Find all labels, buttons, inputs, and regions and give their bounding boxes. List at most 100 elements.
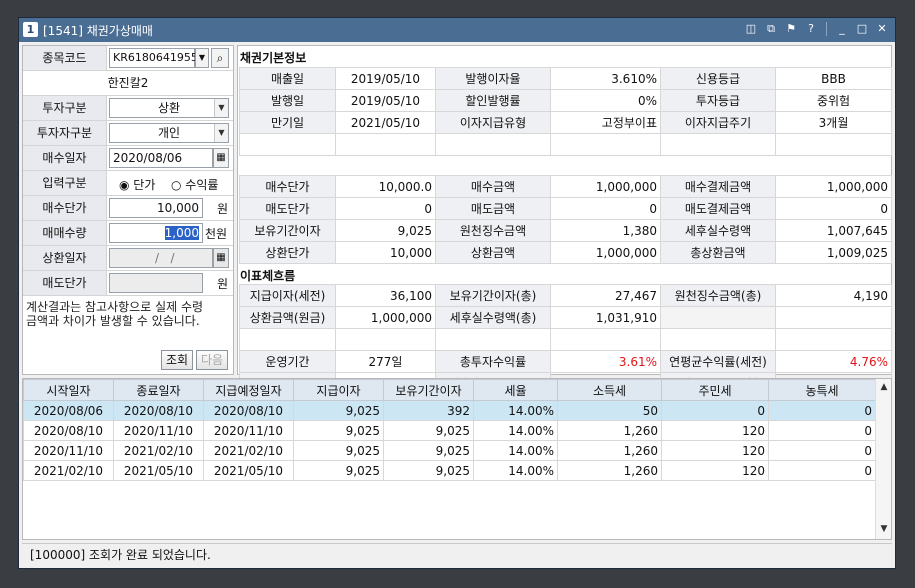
info-value: 3개월 (775, 111, 892, 134)
window-title: [1541] 채권가상매매 (43, 24, 153, 38)
input-type-label: 입력구분 (23, 171, 107, 195)
search-button[interactable]: 조회 (161, 350, 193, 370)
info-row: 보유기간이자 9,025 원천징수금액 1,380 세후실수령액 1,007,645 (239, 219, 892, 242)
maximize-icon[interactable]: □ (855, 22, 869, 36)
qty-input[interactable]: 1,000 (109, 223, 203, 243)
table-cell: 9,025 (293, 440, 384, 461)
calendar-icon[interactable]: ▦ (213, 148, 229, 168)
info-value: 0 (550, 197, 661, 220)
table-cell: 14.00% (473, 440, 558, 461)
sell-price-input[interactable] (109, 273, 203, 293)
column-header[interactable]: 농특세 (768, 379, 876, 401)
info-empty (775, 133, 892, 156)
pin-icon[interactable]: ⚑ (784, 22, 798, 36)
search-icon[interactable]: ⌕ (211, 48, 229, 68)
table-cell: 2021/02/10 (23, 460, 114, 481)
table-cell: 1,260 (557, 420, 662, 441)
info-label: 발행일 (239, 89, 336, 112)
info-row: 매출일 2019/05/10 발행이자율 3.610% 신용등급 BBB (239, 67, 892, 90)
column-header[interactable]: 지급이자 (293, 379, 384, 401)
info-label: 발행이자율 (435, 67, 551, 90)
row-sell-price: 매도단가 원 (23, 271, 233, 296)
info-empty (335, 133, 436, 156)
flow-value: 27,467 (550, 284, 661, 307)
link-icon[interactable]: ⧉ (764, 22, 778, 36)
info-label: 투자등급 (660, 89, 776, 112)
flow-value: 1,031,910 (550, 306, 661, 329)
status-bar: [100000] 조회가 완료 되었습니다. (22, 543, 892, 565)
next-button[interactable]: 다음 (196, 350, 228, 370)
column-header[interactable]: 종료일자 (113, 379, 204, 401)
info-value: 10,000.0 (335, 175, 436, 198)
table-row[interactable]: 2020/11/10 2021/02/10 2021/02/10 9,025 9,025… (23, 440, 876, 461)
layout-icon[interactable]: ◫ (744, 22, 758, 36)
vertical-scrollbar[interactable]: ▲ ▼ (875, 379, 891, 539)
minimize-icon[interactable]: _ (835, 22, 849, 36)
bond-info-panel: 채권기본정보 매출일 2019/05/10 발행이자율 3.610% 신용등급 BBB 발행… (237, 45, 892, 395)
table-cell: 2021/02/10 (203, 440, 294, 461)
investor-type-value: 개인 (157, 126, 181, 140)
calendar-icon[interactable]: ▦ (213, 248, 229, 268)
table-cell: 120 (661, 420, 769, 441)
info-label: 상환금액 (435, 241, 551, 264)
table-cell: 2020/11/10 (203, 420, 294, 441)
table-cell: 0 (768, 440, 876, 461)
column-header[interactable]: 소득세 (557, 379, 662, 401)
info-value: 1,009,025 (775, 241, 892, 264)
table-row[interactable]: 2021/02/10 2021/05/10 2021/05/10 9,025 9,025… (23, 460, 876, 481)
table-cell: 9,025 (293, 460, 384, 481)
flow-label: 지급이자(세전) (239, 284, 336, 307)
column-header[interactable]: 세율 (473, 379, 558, 401)
bond-info-table: 매출일 2019/05/10 발행이자율 3.610% 신용등급 BBB 발행일 2019/0… (239, 67, 892, 156)
table-cell: 2020/08/06 (23, 400, 114, 421)
row-investor-type: 투자자구분 개인 ▼ (23, 121, 233, 146)
info-spacer-row (239, 133, 892, 156)
column-header[interactable]: 주민세 (661, 379, 769, 401)
table-cell: 9,025 (383, 420, 474, 441)
help-icon[interactable]: ? (804, 22, 818, 36)
info-label: 매도결제금액 (660, 197, 776, 220)
investor-type-select[interactable]: 개인 ▼ (109, 123, 229, 143)
flow-value: 1,000,000 (335, 306, 436, 329)
title-bar[interactable]: 1 [1541] 채권가상매매 ◫ ⧉ ⚑ ? _ □ ✕ (19, 18, 895, 42)
invest-type-select[interactable]: 상환 ▼ (109, 98, 229, 118)
qty-value: 1,000 (164, 226, 199, 240)
redeem-date-input[interactable]: / / (109, 248, 213, 268)
column-header[interactable]: 지급예정일자 (203, 379, 294, 401)
radio-yield[interactable]: ○ 수익률 (171, 176, 218, 193)
table-cell: 392 (383, 400, 474, 421)
chevron-down-icon[interactable]: ▼ (214, 99, 228, 117)
table-row[interactable]: 2020/08/10 2020/11/10 2020/11/10 9,025 9,025… (23, 420, 876, 441)
table-row[interactable]: 2020/08/06 2020/08/10 2020/08/10 9,025 392 14… (23, 400, 876, 421)
flow-empty (660, 306, 776, 329)
schedule-table: 시작일자 종료일자 지급예정일자 지급이자 보유기간이자 세율 소득세 주민세 농특세 2020… (23, 379, 876, 481)
radio-unit-price[interactable]: ◉ 단가 (119, 176, 155, 193)
column-header[interactable]: 시작일자 (23, 379, 114, 401)
table-cell: 0 (768, 400, 876, 421)
buy-price-input[interactable]: 10,000 (109, 198, 203, 218)
info-value: 9,025 (335, 219, 436, 242)
column-header[interactable]: 보유기간이자 (383, 379, 474, 401)
code-dropdown-icon[interactable]: ▼ (195, 48, 209, 68)
buy-date-input[interactable]: 2020/08/06 (109, 148, 213, 168)
bond-info-title: 채권기본정보 (240, 51, 307, 65)
table-cell: 1,260 (557, 460, 662, 481)
table-cell: 9,025 (293, 420, 384, 441)
close-icon[interactable]: ✕ (875, 22, 889, 36)
scroll-down-icon[interactable]: ▼ (876, 524, 891, 534)
info-row: 매수단가 10,000.0 매수금액 1,000,000 매수결제금액 1,000,000 (239, 175, 892, 198)
table-cell: 14.00% (473, 420, 558, 441)
input-panel: 종목코드 KR6180641955 ▼ ⌕ 한진칼2 투자구분 상환 ▼ 투자자구… (22, 45, 234, 375)
code-input[interactable]: KR6180641955 (109, 48, 198, 68)
scroll-up-icon[interactable]: ▲ (876, 382, 891, 392)
table-cell: 0 (661, 400, 769, 421)
row-qty: 매매수량 1,000 천원 (23, 221, 233, 246)
chevron-down-icon[interactable]: ▼ (214, 124, 228, 142)
info-label: 원천징수금액 (435, 219, 551, 242)
table-cell: 120 (661, 460, 769, 481)
table-cell: 2020/11/10 (113, 420, 204, 441)
table-cell: 2020/08/10 (203, 400, 294, 421)
table-cell: 2021/02/10 (113, 440, 204, 461)
bond-name: 한진칼2 (107, 76, 149, 90)
info-label: 매수결제금액 (660, 175, 776, 198)
